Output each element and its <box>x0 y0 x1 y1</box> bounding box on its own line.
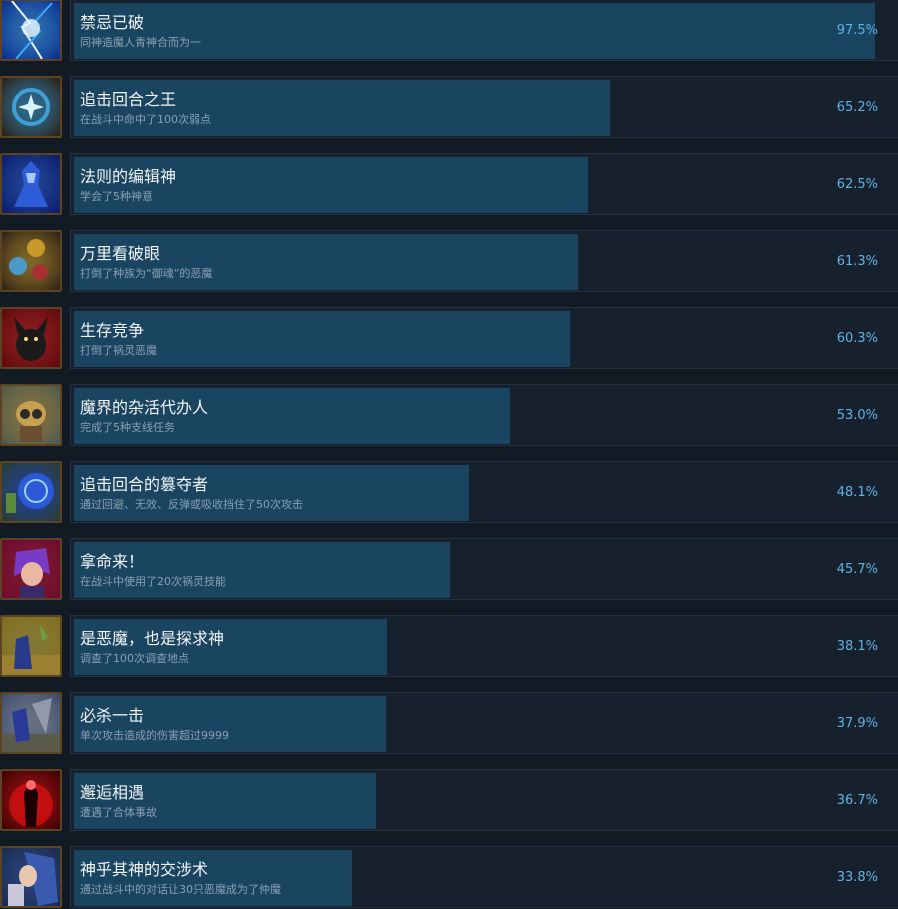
desert-explorer-icon <box>0 615 62 677</box>
unlock-percentage: 36.7% <box>836 793 878 808</box>
achievement-title: 追击回合之王 <box>80 90 177 109</box>
achievement-row[interactable]: 禁忌已破同神造魔人青神合而为一 97.5% <box>0 0 898 63</box>
blue-shield-icon <box>0 461 62 523</box>
progress-track: 追击回合的篡夺者通过回避、无效、反弹或吸收挡住了50次攻击 48.1% <box>70 461 898 523</box>
achievement-description: 单次攻击造成的伤害超过9999 <box>80 729 229 742</box>
progress-track: 生存竞争打倒了祸灵恶魔 60.3% <box>70 307 898 369</box>
unlock-percentage: 61.3% <box>836 254 878 269</box>
progress-track: 邂逅相遇遭遇了合体事故 36.7% <box>70 769 898 831</box>
blue-demon-icon <box>0 153 62 215</box>
achievement-title: 生存竞争 <box>80 321 145 340</box>
achievement-title: 法则的编辑神 <box>80 167 177 186</box>
achievement-title: 禁忌已破 <box>80 13 145 32</box>
blue-hair-warrior-icon <box>0 846 62 908</box>
unlock-percentage: 60.3% <box>836 331 878 346</box>
achievement-title: 追击回合的篡夺者 <box>80 475 209 494</box>
achievement-row[interactable]: 神乎其神的交涉术通过战斗中的对话让30只恶魔成为了仲魔 33.8% <box>0 844 898 909</box>
progress-track: 禁忌已破同神造魔人青神合而为一 97.5% <box>70 0 898 61</box>
achievement-row[interactable]: 追击回合之王在战斗中命中了100次弱点 65.2% <box>0 74 898 140</box>
battle-strike-icon <box>0 692 62 754</box>
purple-hair-fighter-icon <box>0 538 62 600</box>
progress-track: 拿命来！ 在战斗中使用了20次祸灵技能 45.7% <box>70 538 898 600</box>
achievement-row[interactable]: 法则的编辑神学会了5种神意 62.5% <box>0 151 898 217</box>
achievement-title: 神乎其神的交涉术 <box>80 860 209 879</box>
achievement-description: 通过战斗中的对话让30只恶魔成为了仲魔 <box>80 883 281 896</box>
unlock-percentage: 48.1% <box>836 485 878 500</box>
achievement-row[interactable]: 是恶魔，也是探求神调查了100次调查地点 38.1% <box>0 613 898 679</box>
achievement-row[interactable]: 魔界的杂活代办人完成了5种支线任务 53.0% <box>0 382 898 448</box>
unlock-percentage: 37.9% <box>836 716 878 731</box>
achievement-description: 调查了100次调查地点 <box>80 652 189 665</box>
unlock-percentage: 97.5% <box>836 23 878 38</box>
achievement-description: 完成了5种支线任务 <box>80 421 175 434</box>
achievement-title: 魔界的杂活代办人 <box>80 398 209 417</box>
unlock-percentage: 53.0% <box>836 408 878 423</box>
compass-star-icon <box>0 76 62 138</box>
achievement-row[interactable]: 追击回合的篡夺者通过回避、无效、反弹或吸收挡住了50次攻击 48.1% <box>0 459 898 525</box>
unlock-percentage: 33.8% <box>836 870 878 885</box>
achievement-description: 通过回避、无效、反弹或吸收挡住了50次攻击 <box>80 498 303 511</box>
progress-track: 追击回合之王在战斗中命中了100次弱点 65.2% <box>70 76 898 138</box>
achievement-description: 学会了5种神意 <box>80 190 153 203</box>
achievement-description: 在战斗中使用了20次祸灵技能 <box>80 575 226 588</box>
unlock-percentage: 62.5% <box>836 177 878 192</box>
achievement-row[interactable]: 万里看破眼打倒了种族为“御魂”的恶魔 61.3% <box>0 228 898 294</box>
achievement-description: 打倒了种族为“御魂”的恶魔 <box>80 267 213 280</box>
blue-lightning-icon <box>0 0 62 61</box>
achievement-row[interactable]: 必杀一击单次攻击造成的伤害超过9999 37.9% <box>0 690 898 756</box>
achievement-row[interactable]: 邂逅相遇遭遇了合体事故 36.7% <box>0 767 898 833</box>
three-spirits-icon <box>0 230 62 292</box>
achievement-description: 在战斗中命中了100次弱点 <box>80 113 211 126</box>
achievement-description: 遭遇了合体事故 <box>80 806 157 819</box>
progress-fill <box>74 311 570 367</box>
achievement-title: 拿命来！ <box>80 552 145 571</box>
achievement-description: 打倒了祸灵恶魔 <box>80 344 157 357</box>
achievement-description: 同神造魔人青神合而为一 <box>80 36 201 49</box>
achievement-list: 禁忌已破同神造魔人青神合而为一 97.5% 追击回合之王在战斗中命中了100次弱点… <box>0 0 898 909</box>
unlock-percentage: 45.7% <box>836 562 878 577</box>
achievement-row[interactable]: 生存竞争打倒了祸灵恶魔 60.3% <box>0 305 898 371</box>
achievement-title: 必杀一击 <box>80 706 145 725</box>
progress-track: 法则的编辑神学会了5种神意 62.5% <box>70 153 898 215</box>
progress-track: 是恶魔，也是探求神调查了100次调查地点 38.1% <box>70 615 898 677</box>
red-glow-figure-icon <box>0 769 62 831</box>
unlock-percentage: 65.2% <box>836 100 878 115</box>
progress-track: 必杀一击单次攻击造成的伤害超过9999 37.9% <box>70 692 898 754</box>
achievement-row[interactable]: 拿命来！ 在战斗中使用了20次祸灵技能 45.7% <box>0 536 898 602</box>
achievement-title: 万里看破眼 <box>80 244 161 263</box>
progress-track: 神乎其神的交涉术通过战斗中的对话让30只恶魔成为了仲魔 33.8% <box>70 846 898 908</box>
achievement-title: 邂逅相遇 <box>80 783 145 802</box>
goggle-creature-icon <box>0 384 62 446</box>
progress-track: 魔界的杂活代办人完成了5种支线任务 53.0% <box>70 384 898 446</box>
unlock-percentage: 38.1% <box>836 639 878 654</box>
achievement-title: 是恶魔，也是探求神 <box>80 629 225 648</box>
red-imp-icon <box>0 307 62 369</box>
progress-track: 万里看破眼打倒了种族为“御魂”的恶魔 61.3% <box>70 230 898 292</box>
progress-fill <box>74 3 875 59</box>
